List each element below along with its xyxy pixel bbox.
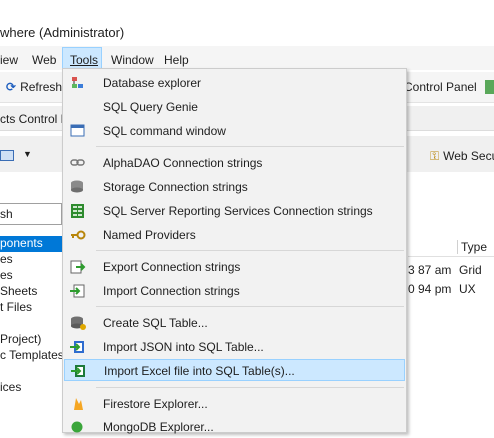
menu-separator xyxy=(96,306,404,307)
database-explorer-icon xyxy=(70,76,86,90)
mongodb-icon xyxy=(70,420,86,434)
menu-item-create-sql-table[interactable]: Create SQL Table... xyxy=(64,312,405,334)
menu-separator xyxy=(96,387,404,388)
toolbar-overflow-icon[interactable] xyxy=(485,80,494,94)
menu-item-export-connection-strings[interactable]: Export Connection strings xyxy=(64,256,405,278)
menu-item-alphadao-connection-strings[interactable]: AlphaDAO Connection strings xyxy=(64,152,405,174)
menu-item-sql-command-window[interactable]: SQL command window xyxy=(64,120,405,142)
list-item[interactable]: ponents xyxy=(0,236,62,252)
window-title: where (Administrator) xyxy=(0,25,125,40)
menu-item-storage-connection-strings[interactable]: Storage Connection strings xyxy=(64,176,405,198)
list-item[interactable]: ices xyxy=(0,380,62,396)
search-input[interactable]: sh xyxy=(0,203,62,225)
list-item[interactable]: Sheets xyxy=(0,284,62,300)
menu-item-ssrs-connection-strings[interactable]: SQL Server Reporting Services Connection… xyxy=(64,200,405,222)
menu-item-database-explorer[interactable]: Database explorer xyxy=(64,72,405,94)
refresh-label: Refresh xyxy=(20,80,63,94)
refresh-icon: ⟳ xyxy=(6,80,17,94)
menu-item-import-excel-into-sql-table[interactable]: Import Excel file into SQL Table(s)... xyxy=(64,359,405,381)
menu-item-import-json-into-sql-table[interactable]: Import JSON into SQL Table... xyxy=(64,336,405,358)
chevron-down-icon[interactable]: ▼ xyxy=(23,149,32,159)
report-icon xyxy=(70,204,86,218)
menu-item-import-connection-strings[interactable]: Import Connection strings xyxy=(64,280,405,302)
grid-cell-type: UX xyxy=(459,282,476,296)
sql-window-icon xyxy=(70,124,86,138)
link-icon xyxy=(70,156,86,170)
list-item[interactable]: Project) xyxy=(0,332,62,348)
tools-dropdown-menu: Database explorer SQL Query Genie SQL co… xyxy=(62,68,407,434)
firestore-icon xyxy=(70,397,86,411)
key-icon: ⚿ xyxy=(430,149,440,163)
grid-cell-time: 0 94 pm xyxy=(408,282,452,296)
export-icon xyxy=(70,260,86,274)
grid-view-icon[interactable] xyxy=(0,150,14,161)
menu-separator xyxy=(96,250,404,251)
list-item[interactable]: t Files xyxy=(0,300,62,316)
menu-item-named-providers[interactable]: Named Providers xyxy=(64,224,405,246)
import-json-icon xyxy=(70,340,86,354)
key-icon xyxy=(70,228,86,242)
menu-item-firestore-explorer[interactable]: Firestore Explorer... xyxy=(64,393,405,415)
control-panel-button[interactable]: Control Panel xyxy=(404,80,477,94)
menu-view[interactable]: iew xyxy=(0,53,18,67)
menu-tools[interactable]: Tools xyxy=(70,53,98,67)
column-header-type[interactable]: Type xyxy=(457,240,487,254)
grid-cell-time: 3 87 am xyxy=(408,263,452,277)
import-excel-icon xyxy=(71,364,87,378)
menu-window[interactable]: Window xyxy=(111,53,154,67)
web-security-label: Web Secu xyxy=(443,149,494,163)
menu-web[interactable]: Web xyxy=(32,53,56,67)
menu-item-mongodb-explorer[interactable]: MongoDB Explorer... xyxy=(64,416,405,438)
left-panel-list: ponents es es Sheets t Files Project) c … xyxy=(0,236,62,436)
menu-item-sql-query-genie[interactable]: SQL Query Genie xyxy=(64,96,405,118)
list-item[interactable]: es xyxy=(0,268,62,284)
menu-separator xyxy=(96,146,404,147)
menu-help[interactable]: Help xyxy=(164,53,189,67)
import-icon xyxy=(70,284,86,298)
create-table-icon xyxy=(70,316,86,330)
list-item[interactable]: es xyxy=(0,252,62,268)
storage-icon xyxy=(70,180,86,194)
list-item[interactable]: c Templates xyxy=(0,348,62,364)
refresh-button[interactable]: ⟳ Refresh xyxy=(6,80,62,94)
grid-cell-type: Grid xyxy=(459,263,482,277)
web-security-button[interactable]: ⚿ Web Secu xyxy=(430,149,494,164)
